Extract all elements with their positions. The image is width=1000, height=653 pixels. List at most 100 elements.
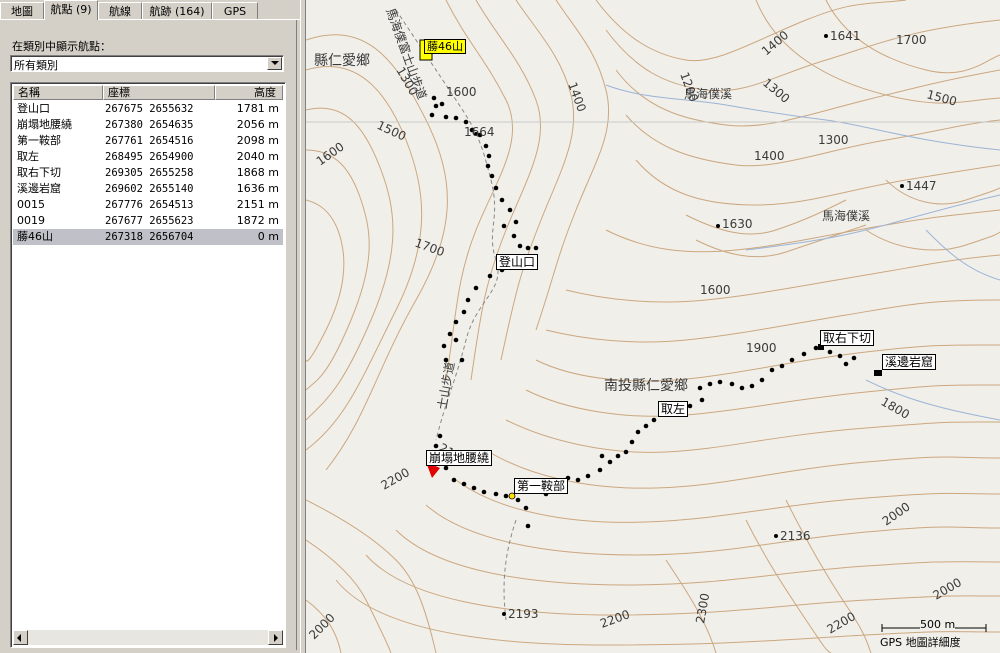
table-row[interactable]: 取左 268495 2654900 2040 m	[13, 149, 283, 165]
cell-coord: 267380 2654635	[105, 119, 194, 131]
cell-altitude: 2151 m	[236, 198, 279, 211]
cell-name: 溪邊岩窟	[17, 182, 61, 195]
scroll-left-button[interactable]	[13, 630, 28, 645]
tab-routes[interactable]: 航線	[98, 2, 142, 19]
township-label: 南投縣仁愛鄉	[604, 378, 688, 394]
table-row[interactable]: 第一鞍部 267761 2654516 2098 m	[13, 133, 283, 149]
table-row[interactable]: 崩塌地腰繞 267380 2654635 2056 m	[13, 117, 283, 133]
contour-label: 2200	[379, 465, 412, 492]
left-panel: 地圖 航點 (9) 航線 航跡 (164) GPS 在類別中顯示航點： 所有類別…	[0, 0, 300, 653]
cell-altitude: 1636 m	[236, 182, 279, 195]
contour-label: 1700	[413, 236, 446, 260]
chevron-down-icon	[271, 61, 279, 65]
cell-coord: 268495 2654900	[105, 151, 194, 163]
table-row[interactable]: 0015 267776 2654513 2151 m	[13, 197, 283, 213]
cell-altitude: 0 m	[257, 230, 279, 243]
spot-height: 1630	[722, 217, 753, 231]
column-header-name[interactable]: 名稱	[13, 85, 103, 100]
cell-coord: 269305 2655258	[105, 167, 194, 179]
scale-label: 500 m	[920, 618, 956, 631]
tab-tracks[interactable]: 航跡 (164)	[142, 2, 212, 19]
spot-height: 1664	[464, 125, 495, 139]
contour-lines	[306, 0, 1000, 653]
table-row[interactable]: 登山口 267675 2655632 1781 m	[13, 101, 283, 117]
dropdown-button[interactable]	[267, 57, 282, 70]
spot-height: 1641	[830, 29, 861, 43]
category-select[interactable]: 所有類別	[10, 55, 284, 72]
river-label: 馬海僕溪	[822, 208, 870, 223]
cell-coord: 269602 2655140	[105, 183, 194, 195]
cell-altitude: 2098 m	[236, 134, 279, 147]
cell-name: 登山口	[17, 102, 50, 115]
contour-label: 1300	[818, 133, 849, 147]
cell-coord: 267318 2656704	[105, 231, 194, 243]
contour-label: 1600	[700, 283, 731, 297]
arrow-right-icon	[274, 634, 278, 642]
cell-name: 崩塌地腰繞	[17, 118, 72, 131]
tab-map[interactable]: 地圖	[0, 2, 44, 19]
contour-label: 1500	[925, 87, 958, 108]
trail-path	[395, 9, 517, 621]
column-header-coord[interactable]: 座標	[103, 85, 215, 100]
trail-label: 士山步道	[435, 361, 457, 411]
spot-height-dots	[474, 34, 904, 616]
contour-label: 2000	[306, 611, 337, 642]
township-label: 縣仁愛鄉	[314, 53, 370, 69]
waypoint-label-landslide[interactable]: 崩塌地腰繞	[426, 450, 493, 466]
cave-icon[interactable]	[874, 370, 882, 376]
spot-height: 1447	[906, 179, 937, 193]
cell-coord: 267675 2655632	[105, 103, 194, 115]
scroll-right-button[interactable]	[268, 630, 283, 645]
cell-coord: 267677 2655623	[105, 215, 194, 227]
contour-label: 1800	[879, 394, 912, 421]
contour-label: 1900	[746, 341, 777, 355]
contour-label: 2200	[825, 609, 858, 636]
cell-name: 0019	[17, 214, 45, 227]
contour-label: 1700	[896, 33, 927, 47]
cell-altitude: 1872 m	[236, 214, 279, 227]
contour-label: 1300	[760, 76, 792, 106]
cell-altitude: 2040 m	[236, 150, 279, 163]
cell-coord: 267761 2654516	[105, 135, 194, 147]
waypoint-label-summit[interactable]: 蕂46山	[424, 39, 466, 54]
cell-name: 0015	[17, 198, 45, 211]
table-row[interactable]: 溪邊岩窟 269602 2655140 1636 m	[13, 181, 283, 197]
cell-name: 第一鞍部	[17, 134, 61, 147]
trail-labels: 馬海僕富士山步道 士山步道	[383, 6, 457, 411]
contour-label: 1400	[754, 149, 785, 163]
table-row[interactable]: 0019 267677 2655623 1872 m	[13, 213, 283, 229]
cell-name: 蕂46山	[17, 230, 53, 243]
waypoint-label-take-left[interactable]: 取左	[658, 401, 689, 417]
cell-name: 取右下切	[17, 166, 61, 179]
cell-altitude: 1868 m	[236, 166, 279, 179]
list-header: 名稱 座標 高度	[13, 85, 283, 100]
tab-waypoints[interactable]: 航點 (9)	[44, 0, 98, 20]
tab-gps[interactable]: GPS	[212, 2, 258, 19]
scale-bar: 500 m GPS 地圖詳細度	[876, 618, 996, 650]
waypoint-list: 名稱 座標 高度 登山口 267675 2655632 1781 m 崩塌地腰繞 26…	[10, 82, 286, 648]
waypoint-label-trailhead[interactable]: 登山口	[496, 254, 539, 270]
waypoint-label-first-saddle[interactable]: 第一鞍部	[514, 478, 569, 494]
tab-bar: 地圖 航點 (9) 航線 航跡 (164) GPS	[0, 0, 300, 20]
contour-label: 1200	[677, 70, 701, 103]
contour-label: 2000	[931, 575, 964, 602]
contour-label: 1600	[446, 85, 477, 99]
table-row-selected[interactable]: 蕂46山 267318 2656704 0 m	[13, 229, 283, 245]
rivers	[605, 84, 1000, 421]
column-header-altitude[interactable]: 高度	[215, 85, 283, 100]
cell-coord: 267776 2654513	[105, 199, 194, 211]
table-row[interactable]: 取右下切 269305 2655258 1868 m	[13, 165, 283, 181]
contour-label: 2000	[880, 499, 913, 528]
horizontal-scrollbar[interactable]	[13, 630, 283, 645]
waypoint-label-right-descent[interactable]: 取右下切	[820, 330, 875, 346]
arrow-left-icon	[17, 634, 21, 642]
cell-altitude: 2056 m	[236, 118, 279, 131]
map-view[interactable]: 1641 1447 1630 1664 2136 2193 縣仁愛鄉 南投縣仁愛…	[306, 0, 1000, 653]
waypoint-label-cave[interactable]: 溪邊岩窟	[882, 354, 937, 370]
contour-label: 2200	[598, 607, 631, 631]
category-label: 在類別中顯示航點：	[12, 40, 111, 53]
contour-label: 1400	[565, 80, 589, 113]
category-selected-value: 所有類別	[14, 59, 58, 72]
contour-label: 2300	[693, 592, 712, 625]
area-labels: 縣仁愛鄉 南投縣仁愛鄉 馬海僕溪 馬海僕溪	[314, 53, 870, 394]
